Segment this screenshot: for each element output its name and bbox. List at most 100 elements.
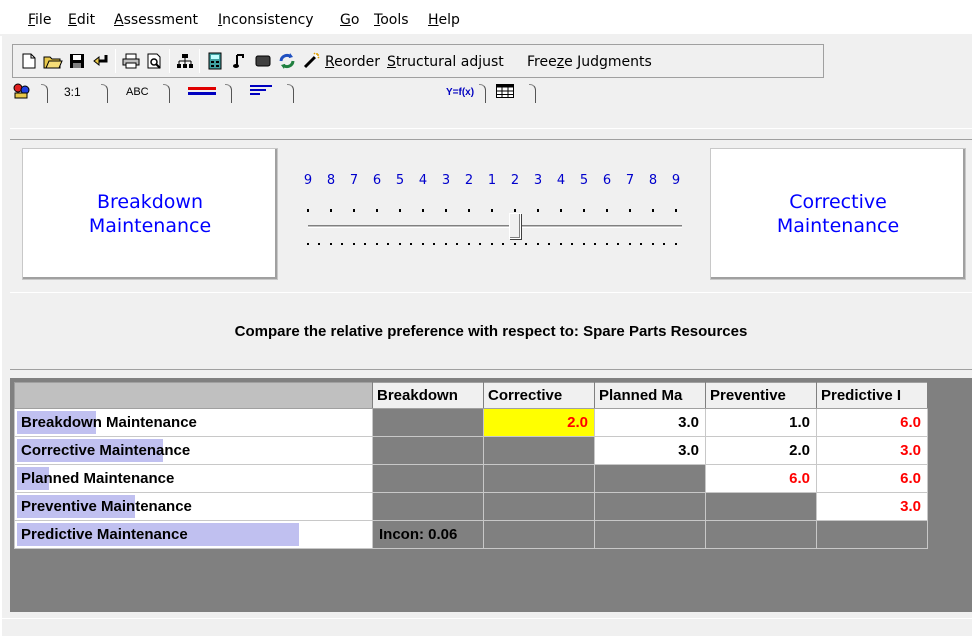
table-row: Predictive Maintenance Incon: 0.06	[14, 520, 928, 549]
slider-tick	[663, 243, 665, 245]
compare-panel: Compare the relative preference with res…	[10, 292, 972, 370]
slider-tick	[456, 243, 458, 245]
slider-tick	[502, 243, 504, 245]
refresh-icon[interactable]	[277, 51, 297, 71]
matrix-cell[interactable]: 1.0	[705, 408, 817, 437]
tab-bar-comparison[interactable]	[244, 82, 294, 103]
row-header[interactable]: Corrective Maintenance	[14, 436, 373, 465]
row-label: Corrective Maintenance	[21, 442, 191, 459]
music-note-icon[interactable]	[229, 51, 249, 71]
tab-verbal-comparison[interactable]: ABC	[120, 82, 170, 103]
menu-edit[interactable]: Edit	[68, 12, 95, 28]
menu-inconsistency[interactable]: Inconsistency	[218, 12, 314, 28]
magic-wand-icon[interactable]	[301, 51, 321, 71]
open-folder-icon[interactable]	[43, 51, 63, 71]
column-header[interactable]: Planned Ma	[594, 382, 706, 409]
print-icon[interactable]	[121, 51, 141, 71]
screen-icon[interactable]	[253, 51, 273, 71]
matrix-cell	[483, 492, 595, 521]
menu-file[interactable]: File	[28, 12, 51, 28]
slider-tick	[445, 209, 447, 212]
tab-spreadsheet[interactable]	[490, 82, 536, 103]
row-label: Breakdown Maintenance	[21, 414, 197, 431]
view-tabs: 3:1 ABC Y=f(x)	[10, 80, 610, 104]
matrix-cell[interactable]: 2.0	[705, 436, 817, 465]
scale-number: 7	[349, 173, 359, 188]
slider-tick	[594, 243, 596, 245]
slider-thumb[interactable]	[509, 213, 521, 239]
matrix-cell[interactable]: 6.0	[816, 408, 928, 437]
matrix-cell	[594, 520, 706, 549]
left-element-label: Breakdown Maintenance	[88, 191, 212, 237]
slider-tick	[330, 243, 332, 245]
column-header[interactable]: Predictive I	[816, 382, 928, 409]
matrix-cell[interactable]: 3.0	[594, 408, 706, 437]
comparison-slider[interactable]: 9 8 7 6 5 4 3 2 1 2 3 4 5 6 7 8 9	[300, 168, 690, 258]
slider-tick	[468, 243, 470, 245]
hierarchy-icon[interactable]	[175, 51, 195, 71]
matrix-cell[interactable]: 3.0	[816, 436, 928, 465]
slider-tick	[376, 243, 378, 245]
bars-icon	[188, 85, 216, 100]
slider-tick	[606, 209, 608, 212]
comparison-matrix-area: Breakdown Corrective Planned Ma Preventi…	[10, 378, 972, 612]
print-preview-icon[interactable]	[145, 51, 165, 71]
column-header[interactable]: Corrective	[483, 382, 595, 409]
slider-tick	[514, 243, 516, 245]
column-header[interactable]: Breakdown	[372, 382, 484, 409]
matrix-cell[interactable]: 2.0	[483, 408, 595, 437]
window-edge	[0, 36, 2, 636]
new-file-icon[interactable]	[19, 51, 39, 71]
row-header[interactable]: Breakdown Maintenance	[14, 408, 373, 437]
slider-tick	[583, 243, 585, 245]
structural-adjust-button[interactable]: Structural adjust	[387, 54, 504, 70]
slider-tick	[675, 243, 677, 245]
table-row: Planned Maintenance 6.0 6.0	[14, 464, 928, 493]
abc-tab-label: ABC	[126, 86, 149, 98]
slider-tick	[399, 209, 401, 212]
matrix-cell[interactable]: 3.0	[594, 436, 706, 465]
menu-help[interactable]: Help	[428, 12, 460, 28]
reorder-button[interactable]: Reorder	[325, 54, 380, 70]
menu-assessment[interactable]: Assessment	[114, 12, 198, 28]
comparison-matrix: Breakdown Corrective Planned Ma Preventi…	[14, 382, 928, 549]
matrix-cell[interactable]: 3.0	[816, 492, 928, 521]
compare-instruction: Compare the relative preference with res…	[234, 322, 748, 340]
matrix-cell[interactable]: 6.0	[705, 464, 817, 493]
people-icon	[12, 83, 32, 102]
slider-tick	[537, 209, 539, 212]
matrix-cell[interactable]: 6.0	[816, 464, 928, 493]
freeze-judgments-button[interactable]: Freeze Judgments	[527, 54, 652, 70]
toolbar-separator	[169, 49, 170, 73]
column-header[interactable]: Preventive	[705, 382, 817, 409]
row-header[interactable]: Planned Maintenance	[14, 464, 373, 493]
scale-number: 9	[303, 173, 313, 188]
tab-numerical-comparison[interactable]: 3:1	[58, 82, 108, 103]
save-icon[interactable]	[67, 51, 87, 71]
scale-number: 6	[372, 173, 382, 188]
menu-go[interactable]: Go	[340, 12, 359, 28]
tab-tree-view[interactable]	[12, 82, 48, 103]
slider-tick	[318, 243, 320, 245]
formula-tab-label: Y=f(x)	[446, 86, 475, 98]
row-label: Predictive Maintenance	[21, 526, 188, 543]
tab-formula[interactable]: Y=f(x)	[440, 82, 486, 103]
row-header[interactable]: Preventive Maintenance	[14, 492, 373, 521]
toolbar: Reorder Structural adjust Freeze Judgmen…	[12, 44, 824, 78]
scale-number: 5	[395, 173, 405, 188]
matrix-cell	[594, 464, 706, 493]
scale-number: 6	[602, 173, 612, 188]
tab-graphical-comparison[interactable]	[182, 82, 232, 103]
right-element-box[interactable]: Corrective Maintenance	[710, 148, 966, 280]
slider-tick	[629, 243, 631, 245]
slider-tick	[364, 243, 366, 245]
left-element-box[interactable]: Breakdown Maintenance	[22, 148, 278, 280]
row-label: Preventive Maintenance	[21, 498, 192, 515]
row-header[interactable]: Predictive Maintenance	[14, 520, 373, 549]
slider-tick	[376, 209, 378, 212]
slider-tick	[353, 209, 355, 212]
undo-icon[interactable]	[91, 51, 111, 71]
menu-tools[interactable]: Tools	[374, 12, 409, 28]
slider-tick	[583, 209, 585, 212]
calculator-icon[interactable]	[205, 51, 225, 71]
